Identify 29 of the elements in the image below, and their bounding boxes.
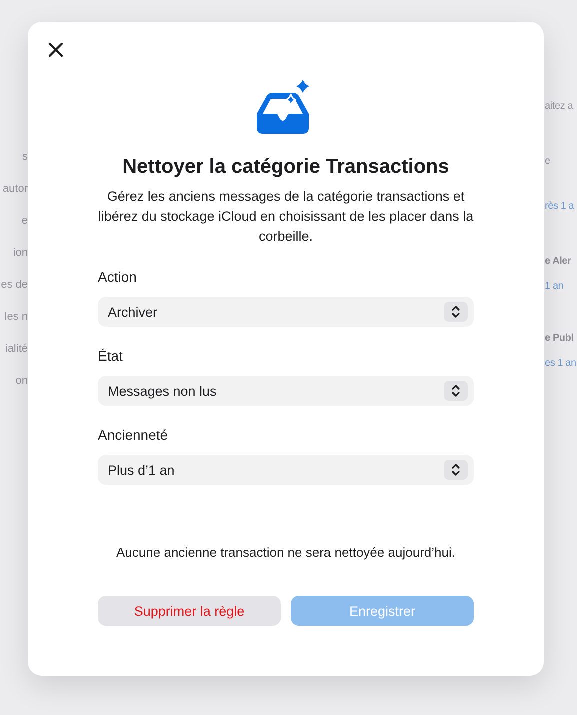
field-label: Ancienneté (98, 427, 168, 443)
close-icon[interactable] (48, 42, 64, 58)
background-text: es 1 an (545, 357, 576, 371)
status-message: Aucune ancienne transaction ne sera nettoyée aujourd’hui. (116, 545, 456, 560)
background-text: ialité (5, 342, 28, 356)
dropdown-select[interactable]: Archiver (98, 297, 474, 327)
background-text: e (545, 155, 550, 169)
dropdown-select[interactable]: Plus d’1 an (98, 455, 474, 485)
dropdown-select[interactable]: Messages non lus (98, 376, 474, 406)
background-text: on (16, 374, 28, 388)
background-text: 1 an (545, 280, 564, 294)
chevron-up-down-icon (444, 302, 468, 322)
field-label: État (98, 348, 123, 364)
background-text: rès 1 a (545, 200, 574, 214)
background-text: ion (13, 246, 28, 260)
background-text: e Publ (545, 332, 574, 346)
background-text: s (22, 150, 28, 164)
background-text: es de (1, 278, 28, 292)
field-label: Action (98, 269, 137, 285)
background-text: e Aler (545, 255, 572, 269)
dialog-description: Gérez les anciens messages de la catégorie transactions et libérez du stockage iCloud en choisissant de les placer dans la corbeille. (98, 188, 474, 246)
chevron-up-down-icon (444, 460, 468, 480)
background-text: e (22, 214, 28, 228)
background-text: aitez a (545, 100, 574, 114)
chevron-up-down-icon (444, 381, 468, 401)
background-text: les n (4, 310, 28, 324)
delete-rule-button[interactable]: Supprimer la règle (98, 596, 281, 626)
background-text: autor (2, 182, 28, 196)
dialog-title: Nettoyer la catégorie Transactions (122, 156, 450, 179)
